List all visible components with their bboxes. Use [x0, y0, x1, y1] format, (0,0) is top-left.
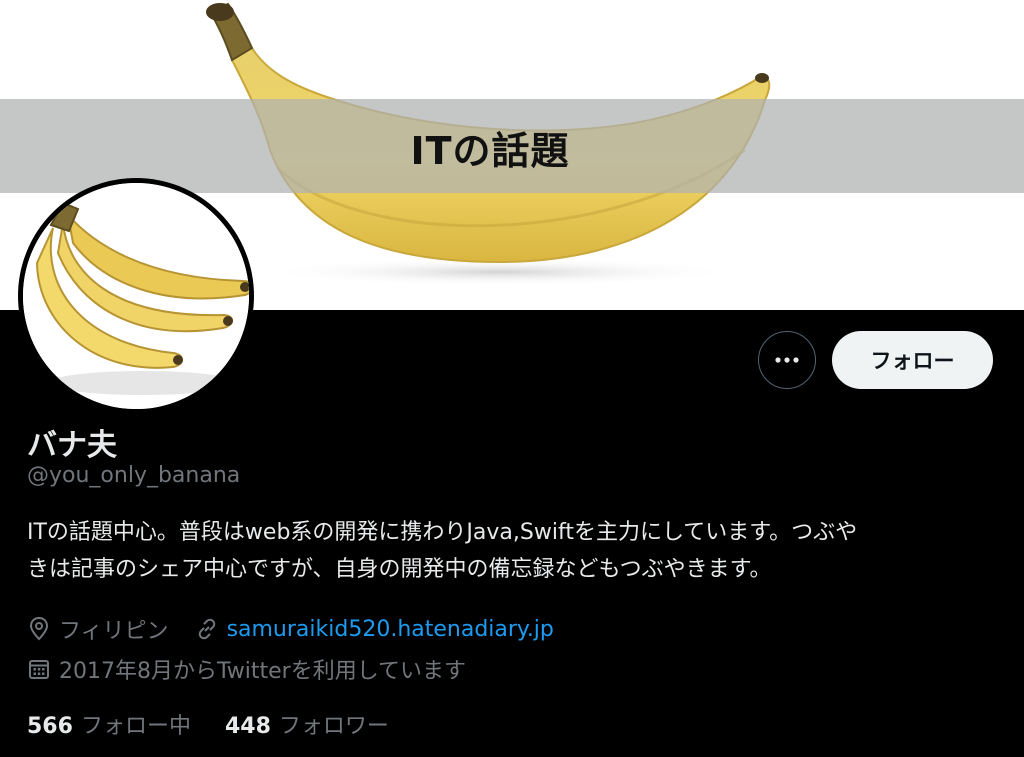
follow-button[interactable]: フォロー — [832, 331, 993, 389]
avatar[interactable] — [18, 178, 254, 414]
following-label: フォロー中 — [80, 714, 191, 739]
following-count: 566 — [27, 714, 73, 739]
followers-count: 448 — [224, 714, 271, 739]
display-name: バナ夫 — [27, 428, 117, 463]
followers-stat[interactable]: 448 フォロワー — [225, 708, 389, 740]
banana-avatar-image — [23, 183, 249, 409]
calendar-icon — [27, 657, 51, 681]
following-stat[interactable]: 566 フォロー中 — [27, 708, 191, 740]
profile-bio: ITの話題中心。普段はweb系の開発に携わりJava,Swiftを主力にしていま… — [27, 514, 1002, 588]
website-link[interactable]: samuraikid520.hatenadiary.jp — [227, 617, 554, 642]
ellipsis-icon — [775, 357, 799, 363]
bio-line: きは記事のシェア中心ですが、自身の開発中の備忘録などもつぶやきます。 — [27, 557, 772, 582]
follow-stats: 566 フォロー中 448 フォロワー — [27, 708, 389, 740]
banner-title: ITの話題 — [410, 129, 570, 173]
location-text: フィリピン — [59, 619, 169, 644]
bio-line: ITの話題中心。普段はweb系の開発に携わりJava,Swiftを主力にしていま… — [27, 520, 858, 545]
user-handle: @you_only_banana — [27, 463, 241, 488]
link-icon — [195, 617, 219, 641]
profile-page: ITの話題 フォロー バナ夫 @you_only_banana ITの話題中心。… — [0, 0, 1024, 757]
profile-meta-location-website: フィリピン samuraikid520.hatenadiary.jp — [27, 613, 554, 645]
followers-label: フォロワー — [278, 714, 389, 739]
location-pin-icon — [27, 616, 51, 642]
joined-date-text: 2017年8月からTwitterを利用しています — [59, 659, 467, 684]
profile-meta-joined: 2017年8月からTwitterを利用しています — [27, 653, 466, 685]
more-options-button[interactable] — [758, 331, 816, 389]
